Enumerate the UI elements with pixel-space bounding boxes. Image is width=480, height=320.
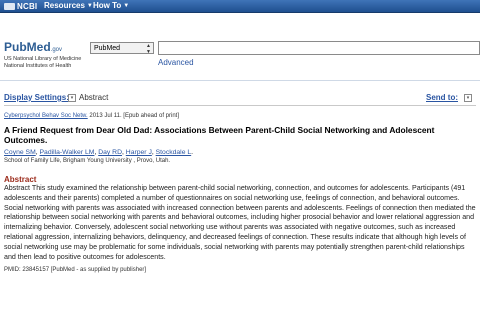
- chevron-down-icon: ▼: [86, 2, 93, 9]
- author-list: Coyne SM, Padilla-Walker LM, Day RD, Har…: [4, 149, 194, 156]
- chevron-down-icon: ▼: [123, 2, 130, 9]
- search-input[interactable]: [158, 41, 480, 55]
- resources-label: Resources: [44, 1, 85, 10]
- database-select[interactable]: PubMed ▲ ▼: [90, 42, 154, 55]
- author-link[interactable]: Stockdale L: [156, 149, 192, 156]
- nlm-line-2: National Institutes of Health: [4, 63, 72, 69]
- abstract-text: Abstract This study examined the relatio…: [4, 184, 476, 261]
- display-settings-link[interactable]: Display Settings:: [4, 93, 69, 102]
- pubmed-logo[interactable]: PubMed.gov: [4, 40, 62, 54]
- author-link[interactable]: Harper J: [126, 149, 152, 156]
- select-arrows-icon: ▲ ▼: [146, 43, 151, 55]
- ncbi-label: NCBI: [17, 1, 38, 11]
- logo-gov: .gov: [50, 47, 63, 53]
- ncbi-topbar: NCBI Resources ▼ How To ▼: [0, 0, 480, 13]
- affiliation: School of Family Life, Brigham Young Uni…: [4, 158, 171, 164]
- howto-label: How To: [93, 1, 122, 10]
- chevron-down-icon[interactable]: ▾: [68, 94, 76, 102]
- citation-details: 2013 Jul 11. [Epub ahead of print]: [87, 113, 180, 119]
- resources-menu[interactable]: Resources ▼: [44, 1, 93, 10]
- advanced-search-link[interactable]: Advanced: [158, 58, 194, 67]
- howto-menu[interactable]: How To ▼: [93, 1, 129, 10]
- author-link[interactable]: Day RD: [98, 149, 122, 156]
- nlm-line-1: US National Library of Medicine: [4, 56, 82, 62]
- ncbi-logo[interactable]: NCBI: [4, 1, 37, 11]
- display-value: Abstract: [79, 93, 109, 102]
- divider: [4, 105, 476, 106]
- ncbi-logo-icon: [4, 2, 15, 10]
- nlm-caption: US National Library of Medicine National…: [4, 56, 81, 70]
- logo-pub: Pub: [4, 40, 27, 54]
- author-link[interactable]: Coyne SM: [4, 149, 36, 156]
- citation: Cyberpsychol Behav Soc Netw. 2013 Jul 11…: [4, 113, 179, 119]
- abstract-heading: Abstract: [4, 175, 37, 184]
- journal-link[interactable]: Cyberpsychol Behav Soc Netw.: [4, 113, 88, 119]
- database-selected-value: PubMed: [94, 45, 121, 52]
- logo-med: Med: [26, 40, 51, 54]
- author-link[interactable]: Padilla-Walker LM: [40, 149, 95, 156]
- chevron-down-icon[interactable]: ▾: [464, 94, 472, 102]
- pmid-line: PMID: 23845157 [PubMed - as supplied by …: [4, 267, 147, 273]
- article-title: A Friend Request from Dear Old Dad: Asso…: [4, 125, 435, 145]
- send-to-link[interactable]: Send to:: [426, 93, 458, 102]
